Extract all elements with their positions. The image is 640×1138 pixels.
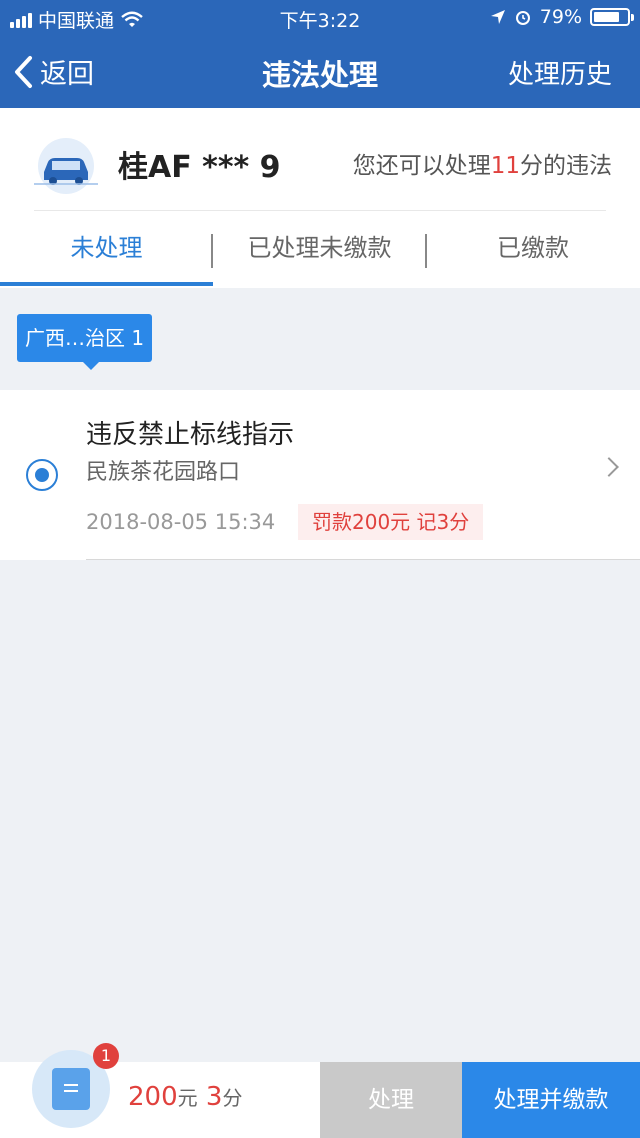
process-button[interactable]: 处理 [320,1062,462,1138]
points-value: 11 [490,153,520,179]
select-radio[interactable] [26,459,58,491]
nav-bar: 返回 违法处理 处理历史 [0,36,640,108]
vehicle-card: 桂AF *** 9 您还可以处理11分的违法 未处理 已处理未缴款 已缴款 [0,108,640,288]
radio-dot [35,468,49,482]
process-and-pay-button[interactable]: 处理并缴款 [462,1062,640,1138]
car-icon [34,138,98,194]
status-tabs: 未处理 已处理未缴款 已缴款 [0,211,640,288]
battery-icon [590,8,634,26]
total-points: 3 [205,1082,223,1112]
points-suffix: 分的违法 [520,153,612,179]
status-bar: 中国联通 下午3:22 79% [0,0,640,36]
violation-title: 违反禁止标线指示 [86,420,295,450]
tab-processed-unpaid[interactable]: 已处理未缴款 [213,211,426,288]
violation-item[interactable]: 违反禁止标线指示 民族茶花园路口 2018-08-05 15:34 罚款200元… [0,390,640,560]
divider [86,559,640,560]
total-amount: 200 [128,1082,178,1112]
points-unit: 分 [222,1086,243,1110]
active-tab-indicator [0,282,213,286]
battery-percent: 79% [539,6,582,28]
location-icon [490,10,505,24]
amount-unit: 元 [177,1086,198,1110]
battery-fill [594,12,620,22]
app-header: 中国联通 下午3:22 79% 返回 违法处理 处理历史 [0,0,640,108]
chevron-right-icon [599,457,619,477]
cart-count-badge: 1 [93,1043,119,1069]
document-icon [52,1068,90,1110]
alarm-icon [515,11,530,25]
region-badge[interactable]: 广西…治区 1 [17,314,153,370]
points-prefix: 您还可以处理 [352,153,491,179]
total-summary: 200元 3分 [128,1082,242,1112]
history-link[interactable]: 处理历史 [508,54,612,91]
violation-location: 民族茶花园路口 [86,460,241,485]
tab-unprocessed[interactable]: 未处理 [0,211,213,288]
fine-badge: 罚款200元 记3分 [298,504,484,540]
license-plate: 桂AF *** 9 [118,150,281,185]
tab-paid[interactable]: 已缴款 [426,211,640,288]
remaining-points: 您还可以处理11分的违法 [353,146,612,180]
tab-separator [211,234,213,268]
tab-separator [425,234,427,268]
violation-time: 2018-08-05 15:34 [86,510,276,534]
